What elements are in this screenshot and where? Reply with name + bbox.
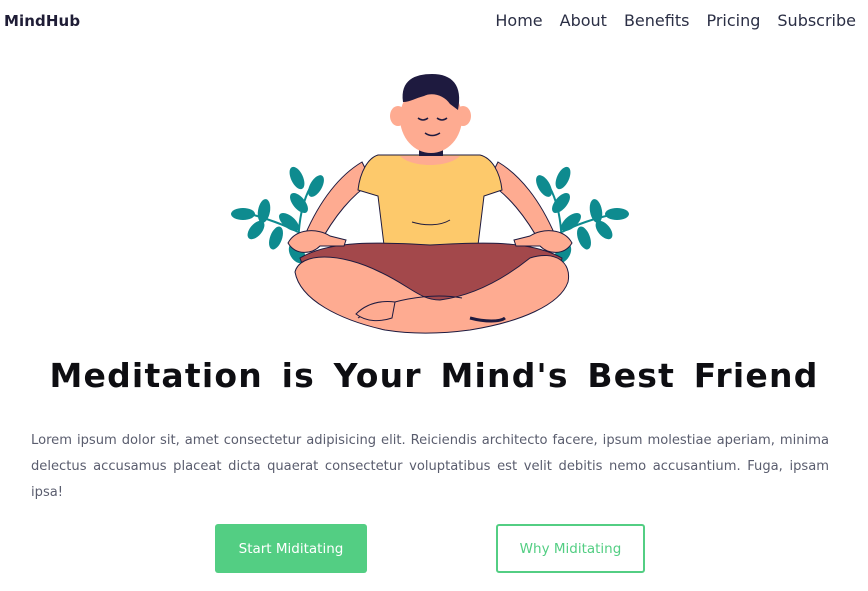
- meditating-person-illustration: [231, 74, 629, 334]
- navbar: MindHub Home About Benefits Pricing Subs…: [0, 0, 868, 46]
- nav-link-benefits[interactable]: Benefits: [624, 11, 690, 30]
- hero-description: Lorem ipsum dolor sit, amet consectetur …: [31, 433, 829, 500]
- hero-headline: Meditation is Your Mind's Best Friend: [49, 356, 819, 395]
- nav-link-about[interactable]: About: [560, 11, 607, 30]
- nav-link-home[interactable]: Home: [495, 11, 542, 30]
- nav-links: Home About Benefits Pricing Subscribe: [495, 11, 856, 30]
- why-meditating-button[interactable]: Why Miditating: [496, 524, 645, 573]
- brand-logo[interactable]: MindHub: [4, 12, 80, 30]
- nav-link-pricing[interactable]: Pricing: [706, 11, 760, 30]
- nav-link-subscribe[interactable]: Subscribe: [777, 11, 856, 30]
- landing-page: MindHub Home About Benefits Pricing Subs…: [0, 0, 868, 591]
- face-icon: [390, 74, 471, 153]
- start-meditating-button[interactable]: Start Miditating: [215, 524, 367, 573]
